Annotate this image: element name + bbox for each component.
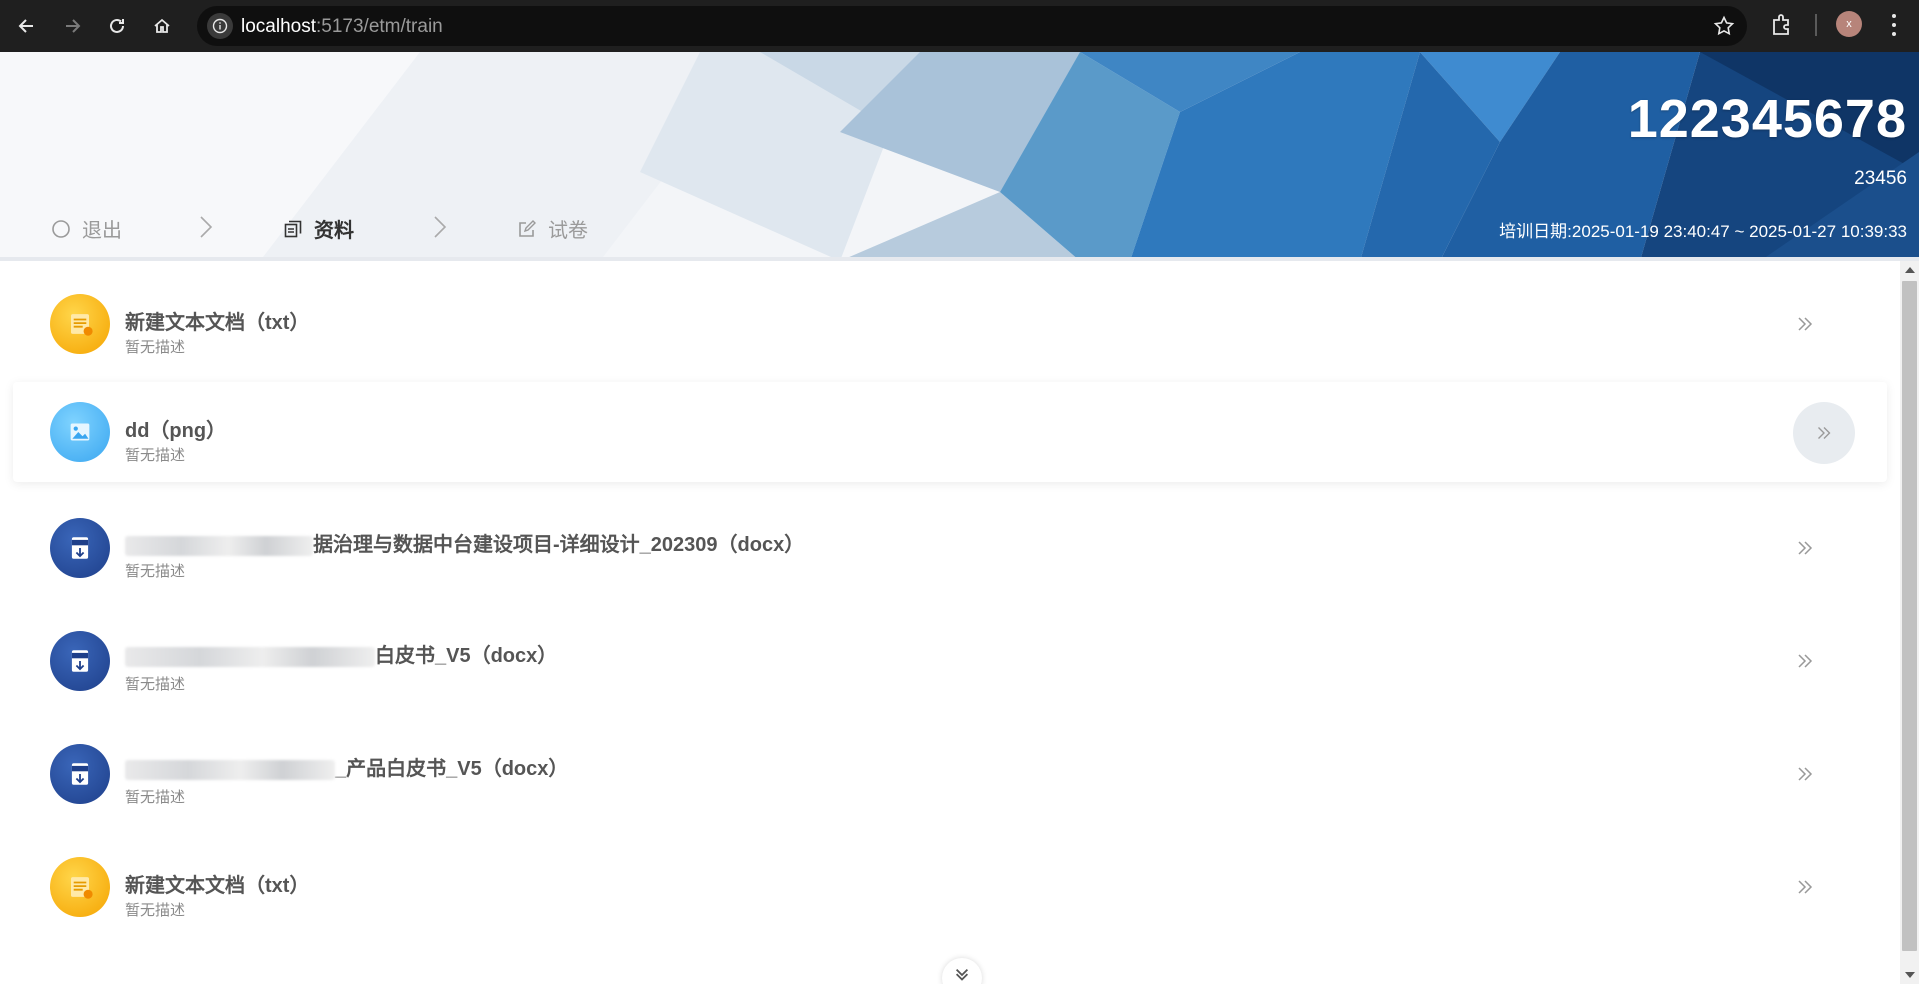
item-desc: 暂无描述 xyxy=(125,339,186,356)
train-subtitle: 23456 xyxy=(1854,168,1907,189)
copy-icon xyxy=(282,218,304,240)
extensions-icon[interactable] xyxy=(1768,11,1796,39)
txt-file-icon xyxy=(50,857,110,917)
site-info-icon[interactable] xyxy=(207,13,233,39)
image-file-icon xyxy=(50,402,110,462)
docx-file-icon xyxy=(50,631,110,691)
item-title: dd（png） xyxy=(125,420,227,442)
list-item[interactable]: 新建文本文档（txt） 暂无描述 xyxy=(13,837,1887,937)
double-chevron-right-icon[interactable] xyxy=(1793,312,1817,336)
scrollbar-thumb[interactable] xyxy=(1902,281,1917,951)
step-materials[interactable]: 资料 xyxy=(282,214,354,243)
item-title-suffix: _产品白皮书_V5（docx） xyxy=(335,758,569,780)
chevron-right-icon xyxy=(200,216,213,238)
double-chevron-right-icon xyxy=(1818,427,1831,439)
address-bar[interactable]: localhost:5173/etm/train xyxy=(197,6,1747,46)
item-title: _产品白皮书_V5（docx） xyxy=(125,752,568,781)
profile-avatar[interactable]: x xyxy=(1836,11,1862,37)
open-item-button[interactable] xyxy=(1793,402,1855,464)
step-exam[interactable]: 试卷 xyxy=(516,214,588,243)
home-button[interactable] xyxy=(147,11,177,41)
list-item[interactable]: dd（png） 暂无描述 xyxy=(13,382,1887,482)
double-chevron-right-icon[interactable] xyxy=(1793,875,1817,899)
home-icon xyxy=(154,18,170,33)
material-list: 新建文本文档（txt） 暂无描述 dd（png） 暂无描述 据治理与数据中台建设… xyxy=(0,261,1900,984)
train-date-label: 培训日期: xyxy=(1499,222,1572,241)
arrow-left-icon xyxy=(18,19,33,33)
step-exam-label: 试卷 xyxy=(548,220,588,242)
item-title: 白皮书_V5（docx） xyxy=(125,639,557,668)
item-desc: 暂无描述 xyxy=(125,902,186,919)
scroll-down-arrow-icon[interactable] xyxy=(1905,972,1915,978)
step-exit[interactable]: 退出 xyxy=(50,214,122,243)
redacted-text xyxy=(125,759,335,780)
item-title: 新建文本文档（txt） xyxy=(125,875,310,897)
browser-menu-icon[interactable] xyxy=(1884,12,1904,38)
redacted-text xyxy=(125,646,375,667)
scroll-up-arrow-icon[interactable] xyxy=(1905,267,1915,273)
bookmark-star-icon[interactable] xyxy=(1713,15,1735,37)
item-title-suffix: 白皮书_V5（docx） xyxy=(375,645,558,667)
item-desc: 暂无描述 xyxy=(125,676,186,693)
list-item[interactable]: _产品白皮书_V5（docx） 暂无描述 xyxy=(13,724,1887,824)
back-button[interactable] xyxy=(12,11,42,41)
item-desc: 暂无描述 xyxy=(125,447,186,464)
item-title: 据治理与数据中台建设项目-详细设计_202309（docx） xyxy=(125,528,804,557)
train-date-range: 2025-01-19 23:40:47 ~ 2025-01-27 10:39:3… xyxy=(1571,222,1907,241)
arrow-right-icon xyxy=(66,19,81,33)
url-text[interactable]: localhost:5173/etm/train xyxy=(241,16,443,38)
double-chevron-down-icon xyxy=(955,968,969,981)
url-path: :5173/etm/train xyxy=(316,16,443,37)
double-chevron-right-icon[interactable] xyxy=(1793,649,1817,673)
item-desc: 暂无描述 xyxy=(125,789,186,806)
step-exit-label: 退出 xyxy=(82,220,122,242)
item-title: 新建文本文档（txt） xyxy=(125,312,310,334)
double-chevron-right-icon[interactable] xyxy=(1793,536,1817,560)
toolbar-divider xyxy=(1815,14,1817,36)
step-materials-label: 资料 xyxy=(314,220,354,242)
list-item[interactable]: 新建文本文档（txt） 暂无描述 xyxy=(13,274,1887,374)
docx-file-icon xyxy=(50,744,110,804)
train-title: 122345678 xyxy=(1627,89,1907,149)
docx-file-icon xyxy=(50,518,110,578)
url-host: localhost xyxy=(241,16,316,37)
list-item[interactable]: 白皮书_V5（docx） 暂无描述 xyxy=(13,611,1887,711)
page-scrollbar[interactable] xyxy=(1900,261,1919,984)
forward-button[interactable] xyxy=(57,11,87,41)
circle-icon xyxy=(50,218,72,240)
browser-toolbar: localhost:5173/etm/train x xyxy=(0,0,1919,52)
train-date: 培训日期:2025-01-19 23:40:47 ~ 2025-01-27 10… xyxy=(1499,217,1907,242)
txt-file-icon xyxy=(50,294,110,354)
step-navigation: 退出 资料 试卷 xyxy=(0,202,700,252)
train-banner: 122345678 23456 培训日期:2025-01-19 23:40:47… xyxy=(0,52,1919,261)
reload-icon xyxy=(110,18,124,33)
list-item[interactable]: 据治理与数据中台建设项目-详细设计_202309（docx） 暂无描述 xyxy=(13,498,1887,598)
double-chevron-right-icon[interactable] xyxy=(1793,762,1817,786)
item-title-suffix: 据治理与数据中台建设项目-详细设计_202309（docx） xyxy=(313,534,805,556)
reload-button[interactable] xyxy=(102,11,132,41)
chevron-right-icon xyxy=(434,216,447,238)
item-desc: 暂无描述 xyxy=(125,563,186,580)
redacted-text xyxy=(125,535,313,556)
edit-icon xyxy=(516,218,538,240)
